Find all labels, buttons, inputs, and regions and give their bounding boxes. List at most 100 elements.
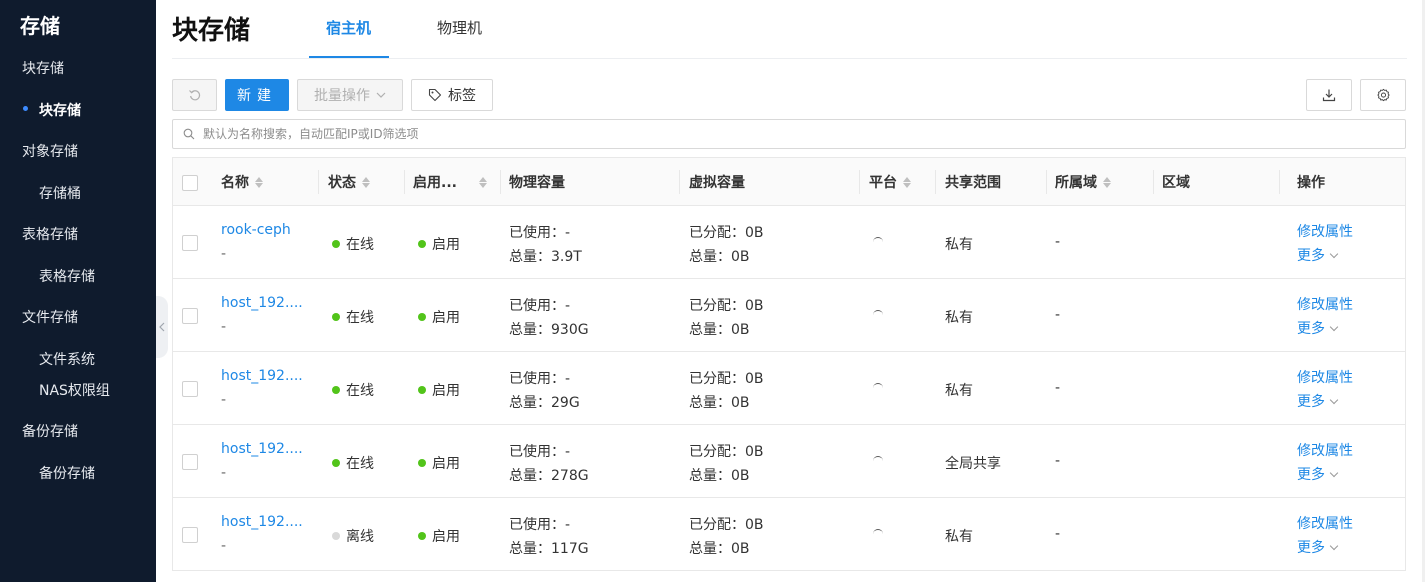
row-name-link[interactable]: rook-ceph	[221, 222, 291, 238]
row-status: 在线	[332, 380, 374, 400]
sidebar-item-table-storage[interactable]: 表格存储	[39, 266, 95, 286]
sidebar-item-buckets[interactable]: 存储桶	[39, 183, 81, 203]
more-dropdown[interactable]: 更多	[1297, 245, 1339, 265]
row-checkbox[interactable]	[182, 454, 198, 470]
chevron-down-icon	[1329, 395, 1339, 405]
refresh-button[interactable]	[172, 79, 217, 111]
status-dot	[332, 386, 340, 394]
row-domain: -	[1055, 307, 1061, 323]
select-all-checkbox[interactable]	[182, 175, 198, 191]
column-label-platform: 平台	[869, 175, 897, 191]
row-physical-used: 已使用：-	[509, 371, 571, 387]
row-checkbox[interactable]	[182, 308, 198, 324]
more-dropdown[interactable]: 更多	[1297, 391, 1339, 411]
sidebar-item-block-storage-group[interactable]: 块存储	[22, 58, 64, 78]
tag-button-label: 标签	[448, 88, 476, 104]
status-text: 在线	[346, 456, 374, 472]
row-status: 离线	[332, 526, 374, 546]
more-dropdown[interactable]: 更多	[1297, 537, 1339, 557]
column-label-domain: 所属域	[1055, 175, 1097, 191]
row-share-scope: 私有	[945, 383, 973, 399]
column-label-region: 区域	[1162, 175, 1190, 191]
tab-host[interactable]: 宿主机	[326, 17, 371, 38]
sidebar-title: 存储	[20, 14, 60, 38]
edit-properties-link[interactable]: 修改属性	[1297, 294, 1353, 314]
row-virtual-allocated: 已分配：0B	[689, 298, 764, 314]
status-text: 在线	[346, 383, 374, 399]
sidebar-item-nas-permission-group[interactable]: NAS权限组	[39, 380, 110, 400]
row-name-sub: -	[221, 465, 227, 481]
new-button[interactable]: 新建	[225, 79, 289, 111]
edit-properties-link[interactable]: 修改属性	[1297, 221, 1353, 241]
row-name-sub: -	[221, 392, 227, 408]
status-dot	[332, 313, 340, 321]
column-divider	[935, 170, 936, 194]
column-header-status[interactable]: 状态	[328, 158, 370, 206]
sidebar-collapse-handle[interactable]	[156, 296, 168, 358]
gear-icon	[1376, 88, 1390, 101]
row-checkbox[interactable]	[182, 235, 198, 251]
row-enabled: 启用	[418, 234, 460, 254]
sidebar-item-block-storage[interactable]: 块存储	[39, 100, 81, 120]
column-label-status: 状态	[328, 175, 356, 191]
row-physical-used: 已使用：-	[509, 517, 571, 533]
chevron-down-icon	[376, 92, 386, 98]
tab-physical[interactable]: 物理机	[437, 17, 482, 38]
row-share-scope: 私有	[945, 237, 973, 253]
column-header-domain[interactable]: 所属域	[1055, 158, 1111, 206]
settings-button[interactable]	[1360, 79, 1406, 111]
more-dropdown[interactable]: 更多	[1297, 318, 1339, 338]
edit-properties-link[interactable]: 修改属性	[1297, 513, 1353, 533]
column-header-enabled[interactable]: 启用...	[413, 158, 487, 206]
header-divider	[172, 58, 1407, 59]
active-indicator-dot	[23, 106, 28, 111]
column-divider	[318, 170, 319, 194]
row-name-link[interactable]: host_192....	[221, 368, 303, 384]
column-header-platform[interactable]: 平台	[869, 158, 911, 206]
search-icon	[183, 128, 195, 140]
enabled-text: 启用	[432, 529, 460, 545]
enabled-dot	[418, 240, 426, 248]
row-physical-total: 总量：117G	[509, 541, 589, 557]
batch-actions-button[interactable]: 批量操作	[297, 79, 403, 111]
sidebar-item-file-storage-group[interactable]: 文件存储	[22, 307, 78, 327]
sidebar-item-backup-storage[interactable]: 备份存储	[39, 463, 95, 483]
enabled-dot	[418, 313, 426, 321]
row-share-scope: 私有	[945, 310, 973, 326]
row-name-link[interactable]: host_192....	[221, 441, 303, 457]
edit-properties-link[interactable]: 修改属性	[1297, 367, 1353, 387]
column-divider	[1046, 170, 1047, 194]
column-label-actions: 操作	[1297, 175, 1325, 191]
sort-icon	[478, 176, 487, 188]
column-divider	[1153, 170, 1154, 194]
column-divider	[1279, 170, 1280, 194]
table-row: host_192.... - 在线 启用 已使用：- 总量：278G 已分配：0…	[173, 425, 1405, 498]
search-input[interactable]	[203, 127, 1405, 141]
column-header-name[interactable]: 名称	[221, 158, 263, 206]
loading-spinner-icon	[873, 529, 883, 539]
search-bar[interactable]	[172, 119, 1406, 149]
row-share-scope: 私有	[945, 529, 973, 545]
row-name-link[interactable]: host_192....	[221, 514, 303, 530]
row-physical-used: 已使用：-	[509, 298, 571, 314]
row-status: 在线	[332, 234, 374, 254]
sidebar-item-table-storage-group[interactable]: 表格存储	[22, 224, 78, 244]
row-name-link[interactable]: host_192....	[221, 295, 303, 311]
download-icon	[1322, 89, 1336, 102]
column-label-name: 名称	[221, 175, 249, 191]
tag-button[interactable]: 标签	[411, 79, 493, 111]
edit-properties-link[interactable]: 修改属性	[1297, 440, 1353, 460]
row-virtual-allocated: 已分配：0B	[689, 371, 764, 387]
more-dropdown[interactable]: 更多	[1297, 464, 1339, 484]
download-button[interactable]	[1306, 79, 1352, 111]
row-physical-total: 总量：29G	[509, 395, 580, 411]
sidebar-item-file-system[interactable]: 文件系统	[39, 349, 95, 369]
sidebar-item-object-storage-group[interactable]: 对象存储	[22, 141, 78, 161]
row-checkbox[interactable]	[182, 527, 198, 543]
table-row: host_192.... - 在线 启用 已使用：- 总量：29G 已分配：0B…	[173, 352, 1405, 425]
sidebar-item-backup-storage-group[interactable]: 备份存储	[22, 421, 78, 441]
batch-actions-label: 批量操作	[314, 88, 370, 104]
row-checkbox[interactable]	[182, 381, 198, 397]
chevron-left-icon	[159, 322, 165, 332]
row-name-sub: -	[221, 538, 227, 554]
